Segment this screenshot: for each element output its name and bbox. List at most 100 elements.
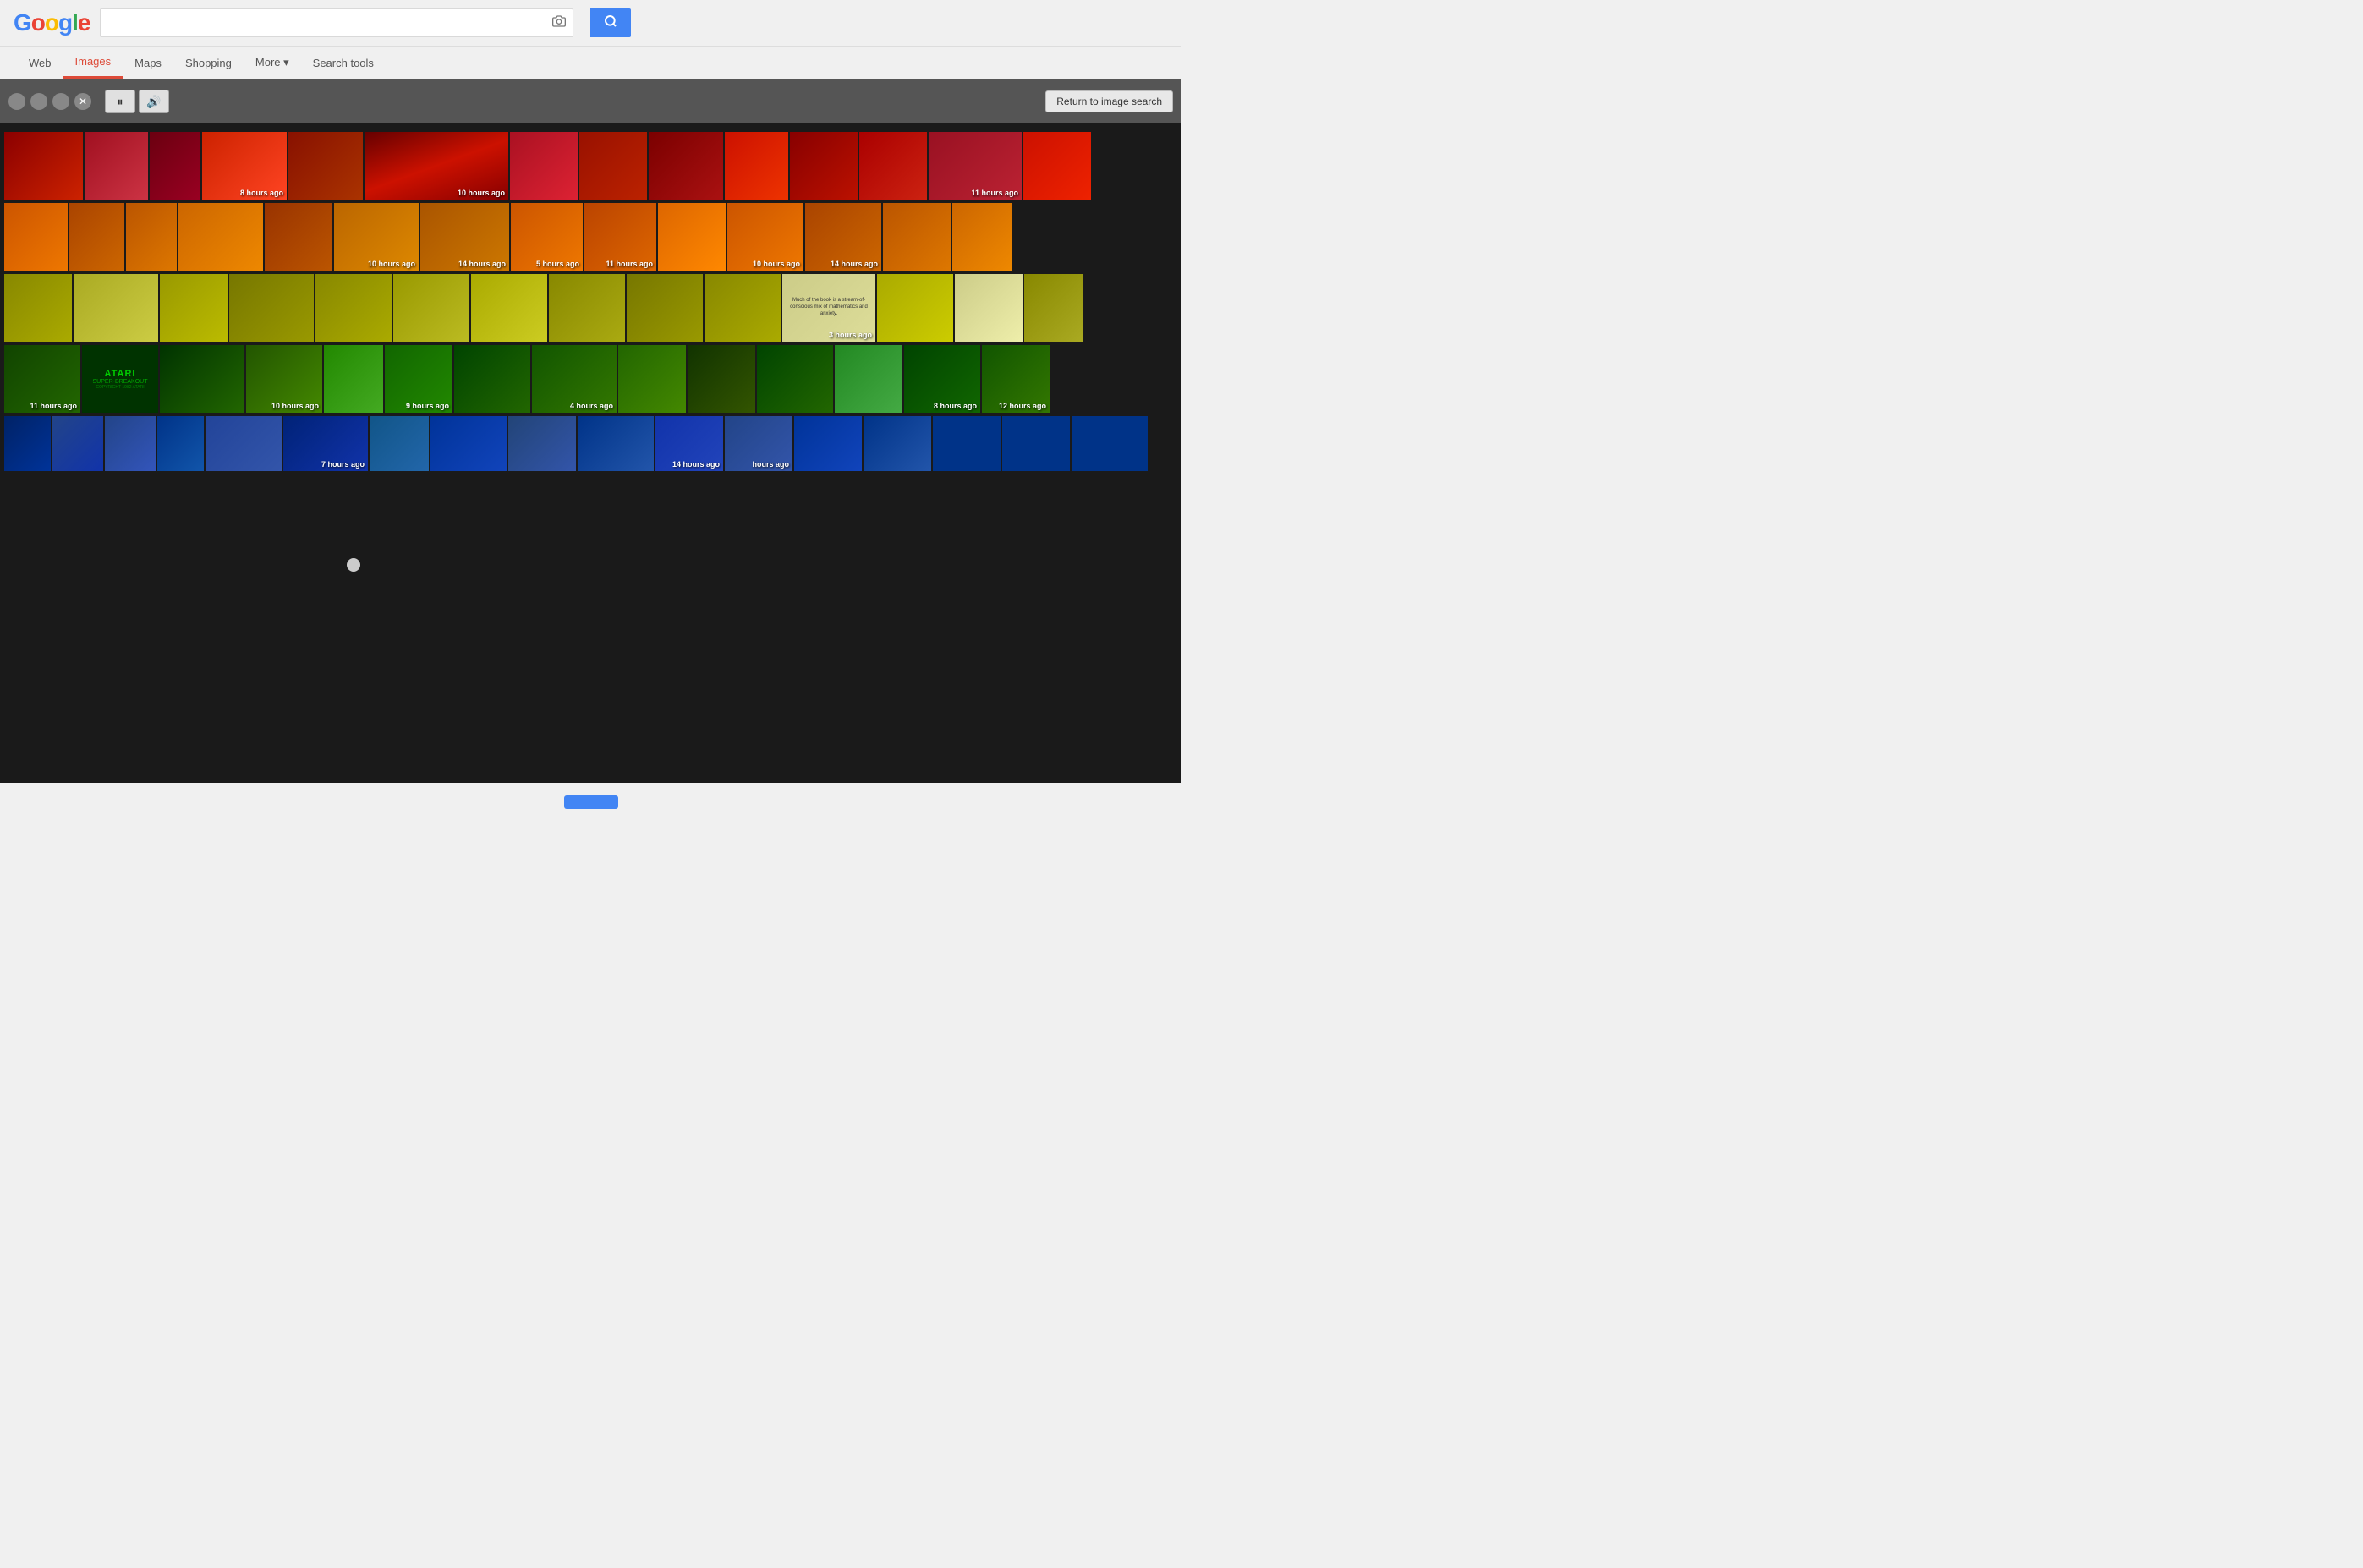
img-tile[interactable]	[178, 203, 263, 271]
img-tile[interactable]	[1002, 416, 1070, 471]
img-tile[interactable]	[324, 345, 383, 413]
volume-button[interactable]: 🔊	[139, 90, 169, 113]
img-tile[interactable]: 10 hours ago	[246, 345, 322, 413]
tab-maps[interactable]: Maps	[123, 48, 173, 78]
tab-search-tools[interactable]: Search tools	[301, 48, 386, 78]
img-tile[interactable]	[688, 345, 755, 413]
img-tile[interactable]: Much of the book is a stream-of-consciou…	[782, 274, 875, 342]
search-input[interactable]: atari breakout	[101, 9, 546, 36]
search-button[interactable]	[590, 8, 631, 37]
tab-web[interactable]: Web	[17, 48, 63, 78]
img-tile[interactable]	[658, 203, 726, 271]
img-tile[interactable]: 8 hours ago	[904, 345, 980, 413]
img-tile[interactable]	[4, 416, 51, 471]
img-tile[interactable]	[471, 274, 547, 342]
tab-images[interactable]: Images	[63, 47, 123, 79]
window-btn-2[interactable]	[30, 93, 47, 110]
img-tile[interactable]	[790, 132, 858, 200]
img-tile[interactable]	[69, 203, 124, 271]
img-tile[interactable]	[955, 274, 1023, 342]
img-tile[interactable]	[160, 345, 244, 413]
camera-search-button[interactable]	[546, 14, 573, 32]
img-tile[interactable]	[835, 345, 902, 413]
window-close-btn[interactable]: ✕	[74, 93, 91, 110]
logo-o2: o	[45, 9, 58, 36]
img-tile[interactable]	[883, 203, 951, 271]
img-tile[interactable]: 14 hours ago	[420, 203, 509, 271]
img-tile[interactable]: 11 hours ago	[929, 132, 1022, 200]
img-tile[interactable]	[229, 274, 314, 342]
img-tile[interactable]: hours ago	[725, 416, 792, 471]
img-tile[interactable]	[4, 132, 83, 200]
tile-timestamp: 10 hours ago	[753, 260, 800, 268]
img-tile[interactable]: 10 hours ago	[334, 203, 419, 271]
img-tile[interactable]	[315, 274, 392, 342]
img-tile[interactable]	[52, 416, 103, 471]
img-tile[interactable]	[1023, 132, 1091, 200]
window-btn-3[interactable]	[52, 93, 69, 110]
img-tile[interactable]	[549, 274, 625, 342]
img-tile[interactable]	[105, 416, 156, 471]
image-row-yellow: Much of the book is a stream-of-consciou…	[4, 274, 1177, 342]
img-tile[interactable]	[757, 345, 833, 413]
img-tile[interactable]	[952, 203, 1012, 271]
img-tile[interactable]: 14 hours ago	[655, 416, 723, 471]
img-tile[interactable]	[627, 274, 703, 342]
bottom-action-button[interactable]	[564, 795, 618, 809]
image-row-orange: 10 hours ago 14 hours ago 5 hours ago 11…	[4, 203, 1177, 271]
img-tile[interactable]: 9 hours ago	[385, 345, 452, 413]
img-tile[interactable]	[1024, 274, 1083, 342]
img-tile[interactable]	[618, 345, 686, 413]
img-tile[interactable]: 4 hours ago	[532, 345, 617, 413]
img-tile[interactable]	[4, 203, 68, 271]
img-tile[interactable]	[4, 274, 72, 342]
img-tile[interactable]	[877, 274, 953, 342]
tab-shopping[interactable]: Shopping	[173, 48, 244, 78]
img-tile[interactable]	[430, 416, 507, 471]
img-tile[interactable]: 7 hours ago	[283, 416, 368, 471]
img-tile[interactable]: 5 hours ago	[511, 203, 583, 271]
img-tile[interactable]	[150, 132, 200, 200]
img-tile[interactable]	[725, 132, 788, 200]
img-tile[interactable]	[126, 203, 177, 271]
img-tile[interactable]	[508, 416, 576, 471]
pause-button[interactable]: ⏸	[105, 90, 135, 113]
img-tile[interactable]	[370, 416, 429, 471]
google-logo[interactable]: Google	[14, 9, 90, 36]
img-tile[interactable]	[74, 274, 158, 342]
logo-g2: g	[58, 9, 72, 36]
tile-timestamp: 11 hours ago	[971, 189, 1018, 197]
img-tile[interactable]: 10 hours ago	[365, 132, 508, 200]
img-tile[interactable]	[157, 416, 204, 471]
img-tile[interactable]	[454, 345, 530, 413]
img-tile[interactable]	[649, 132, 723, 200]
img-tile[interactable]	[393, 274, 469, 342]
img-tile[interactable]	[206, 416, 282, 471]
img-tile[interactable]	[578, 416, 654, 471]
img-tile[interactable]	[579, 132, 647, 200]
img-tile[interactable]: 11 hours ago	[4, 345, 80, 413]
img-tile[interactable]: 10 hours ago	[727, 203, 803, 271]
img-tile[interactable]	[864, 416, 931, 471]
img-tile[interactable]	[160, 274, 228, 342]
img-tile[interactable]: 11 hours ago	[584, 203, 656, 271]
return-to-image-search-button[interactable]: Return to image search	[1045, 90, 1173, 112]
img-tile[interactable]: 14 hours ago	[805, 203, 881, 271]
img-tile[interactable]	[933, 416, 1001, 471]
tile-timestamp: 11 hours ago	[30, 402, 77, 410]
img-tile[interactable]	[85, 132, 148, 200]
img-tile[interactable]: 8 hours ago	[202, 132, 287, 200]
img-tile[interactable]	[705, 274, 781, 342]
img-tile[interactable]	[1072, 416, 1148, 471]
media-controls: ⏸ 🔊	[105, 90, 169, 113]
img-tile[interactable]: 12 hours ago	[982, 345, 1050, 413]
tab-more[interactable]: More ▾	[244, 47, 301, 78]
img-tile[interactable]: ATARI SUPER-BREAKOUT COPYRIGHT 1982 ATAR…	[82, 345, 158, 413]
window-btn-1[interactable]	[8, 93, 25, 110]
tile-timestamp: 11 hours ago	[606, 260, 653, 268]
img-tile[interactable]	[794, 416, 862, 471]
img-tile[interactable]	[288, 132, 363, 200]
img-tile[interactable]	[859, 132, 927, 200]
img-tile[interactable]	[265, 203, 332, 271]
img-tile[interactable]	[510, 132, 578, 200]
